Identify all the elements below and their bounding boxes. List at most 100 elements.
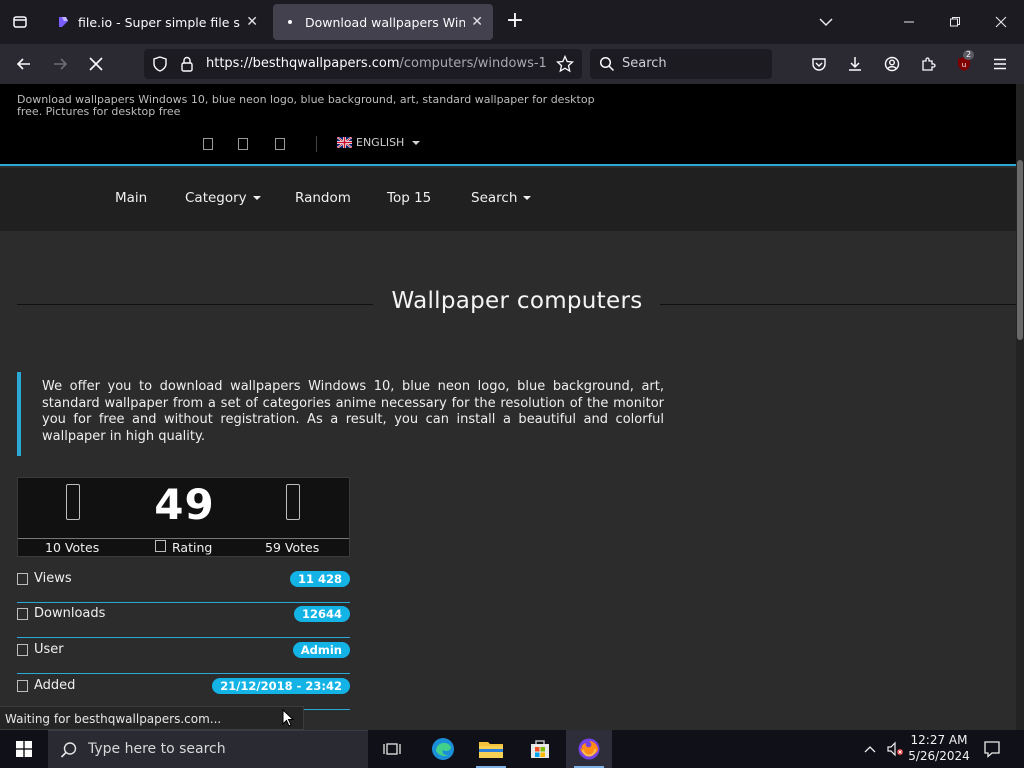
taskbar-firefox[interactable] <box>566 730 612 768</box>
show-hidden-icons-button[interactable] <box>860 730 880 768</box>
url-domain: https://besthqwallpapers.com <box>206 56 400 71</box>
close-tab-icon[interactable]: ✕ <box>471 14 483 30</box>
volume-button[interactable] <box>884 730 906 768</box>
back-button[interactable] <box>10 50 38 78</box>
intro-blurb: We offer you to download wallpapers Wind… <box>17 372 664 456</box>
extension-badge: 2 <box>963 50 975 60</box>
votes-right: 59 Votes <box>265 540 320 555</box>
stat-badge[interactable]: Admin <box>292 642 350 658</box>
search-bar[interactable]: Search <box>590 49 772 79</box>
edge-icon <box>432 738 454 760</box>
page-title: Wallpaper computers <box>391 288 643 314</box>
close-tab-icon[interactable]: ✕ <box>246 14 258 30</box>
stat-label: User <box>17 642 64 657</box>
status-panel: Waiting for besthqwallpapers.com... <box>0 706 304 730</box>
caret-down-icon <box>252 196 261 200</box>
task-view-button[interactable] <box>369 730 415 768</box>
stat-row-user: User Admin <box>17 639 350 674</box>
menu-item-search[interactable]: Search <box>471 190 532 206</box>
start-button[interactable] <box>0 730 48 768</box>
stat-row-views: Views 11 428 <box>17 568 350 603</box>
rating-label: Rating <box>155 540 212 555</box>
social-icon-3[interactable] <box>275 138 285 150</box>
thumbs-up-icon[interactable] <box>286 484 300 520</box>
site-header: Download wallpapers Windows 10, blue neo… <box>0 84 1016 166</box>
clock-date: 5/26/2024 <box>908 749 970 763</box>
stop-icon <box>89 57 103 71</box>
tracking-shield-icon[interactable] <box>152 56 168 72</box>
downloads-button[interactable] <box>841 50 869 78</box>
menu-label: Category <box>185 190 247 206</box>
menu-item-category[interactable]: Category <box>185 190 261 206</box>
social-icon-2[interactable] <box>238 138 248 150</box>
star-icon <box>155 540 166 552</box>
tab-file-io[interactable]: file.io - Super simple file sharing ✕ <box>46 4 268 40</box>
uk-flag-icon <box>337 137 352 148</box>
folder-icon <box>479 742 503 758</box>
hamburger-menu-icon <box>994 58 1006 70</box>
pocket-icon <box>812 58 826 71</box>
search-placeholder: Search <box>622 56 667 71</box>
menu-label: Top 15 <box>387 190 432 206</box>
close-window-button[interactable] <box>978 0 1024 44</box>
download-icon <box>849 57 861 71</box>
list-all-tabs-button[interactable] <box>803 0 849 44</box>
menu-item-top-15[interactable]: Top 15 <box>387 190 431 206</box>
menu-label: Random <box>295 190 351 206</box>
rating-value: 49 <box>154 480 215 529</box>
user-icon <box>17 643 28 656</box>
store-icon <box>531 740 549 758</box>
taskbar-store[interactable] <box>517 730 563 768</box>
stat-badge: 12644 <box>293 606 350 622</box>
url-text[interactable]: https://besthqwallpapers.com/computers/w… <box>206 56 546 71</box>
windows-logo-icon <box>16 741 32 757</box>
stat-row-added: Added 21/12/2018 - 23:42 <box>17 675 350 710</box>
tab-title: file.io - Super simple file sharing <box>78 14 240 30</box>
app-menu-button[interactable] <box>986 50 1014 78</box>
loading-dot-icon <box>288 20 292 24</box>
pocket-button[interactable] <box>805 50 833 78</box>
bookmark-star-icon[interactable] <box>556 55 574 73</box>
taskbar-file-explorer[interactable] <box>468 730 514 768</box>
svg-text:u: u <box>962 61 966 69</box>
ublock-extension-button[interactable]: u 2 <box>950 50 978 78</box>
notifications-button[interactable] <box>978 730 1006 768</box>
forward-button[interactable] <box>46 50 74 78</box>
lock-icon[interactable] <box>180 56 194 72</box>
taskbar-search-box[interactable]: Type here to search <box>48 730 368 768</box>
menu-item-main[interactable]: Main <box>115 190 147 206</box>
windows-taskbar: Type here to search 12:27 AM 5/26/2024 <box>0 730 1024 768</box>
tab-wallpapers[interactable]: Download wallpapers Windows 10, blue neo… <box>273 4 493 40</box>
stop-loading-button[interactable] <box>82 50 110 78</box>
firefox-icon <box>578 738 600 760</box>
minimize-button[interactable] <box>886 0 932 44</box>
file-io-favicon-icon <box>59 17 68 27</box>
menu-label: Search <box>471 190 518 206</box>
language-selector[interactable]: ENGLISH <box>337 136 421 149</box>
chevron-up-icon <box>864 746 876 753</box>
restore-button[interactable] <box>932 0 978 44</box>
navigation-toolbar: https://besthqwallpapers.com/computers/w… <box>0 44 1024 84</box>
account-button[interactable] <box>878 50 906 78</box>
arrow-left-icon <box>16 58 30 70</box>
rating-widget: 49 10 Votes Rating 59 Votes <box>17 477 350 557</box>
new-tab-button[interactable]: + <box>504 10 526 34</box>
scrollbar-thumb[interactable] <box>1017 160 1023 340</box>
extensions-button[interactable] <box>914 50 942 78</box>
system-clock[interactable]: 12:27 AM 5/26/2024 <box>906 732 972 764</box>
restore-icon <box>950 17 960 27</box>
address-bar[interactable]: https://besthqwallpapers.com/computers/w… <box>144 49 582 79</box>
votes-left: 10 Votes <box>45 540 100 555</box>
web-page: Download wallpapers Windows 10, blue neo… <box>0 84 1016 736</box>
stat-row-downloads: Downloads 12644 <box>17 603 350 638</box>
stat-label: Downloads <box>17 606 105 621</box>
menu-item-random[interactable]: Random <box>295 190 351 206</box>
header-divider <box>316 136 317 152</box>
caret-down-icon <box>523 196 532 200</box>
clock-time: 12:27 AM <box>910 733 968 747</box>
social-icon-1[interactable] <box>203 138 213 150</box>
taskbar-edge[interactable] <box>420 730 466 768</box>
arrow-right-icon <box>54 58 68 70</box>
puzzle-icon <box>922 57 936 71</box>
firefox-view-button[interactable] <box>0 0 40 44</box>
